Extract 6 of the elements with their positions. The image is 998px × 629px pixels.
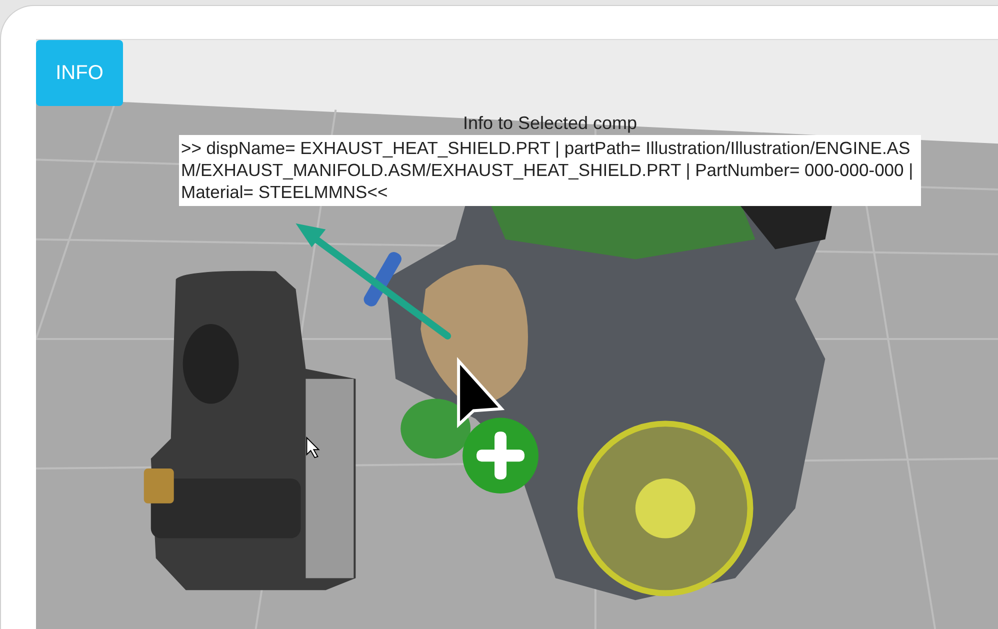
- add-icon: [462, 418, 538, 494]
- info-text: >> dispName= EXHAUST_HEAT_SHIELD.PRT | partPath= Illustration/Illustration/ENGINE.ASM/EXHAUST_MANIFOLD.ASM/EXHAUST_HEAT_SHIELD.PRT | PartNumber= 000-000-000 | Material= STEELMMNS<<: [179, 135, 921, 206]
- info-button[interactable]: INFO: [36, 40, 123, 106]
- info-title: Info to Selected comp: [462, 112, 638, 135]
- pointer-icon: [306, 436, 320, 458]
- cursor-icon: [457, 357, 505, 428]
